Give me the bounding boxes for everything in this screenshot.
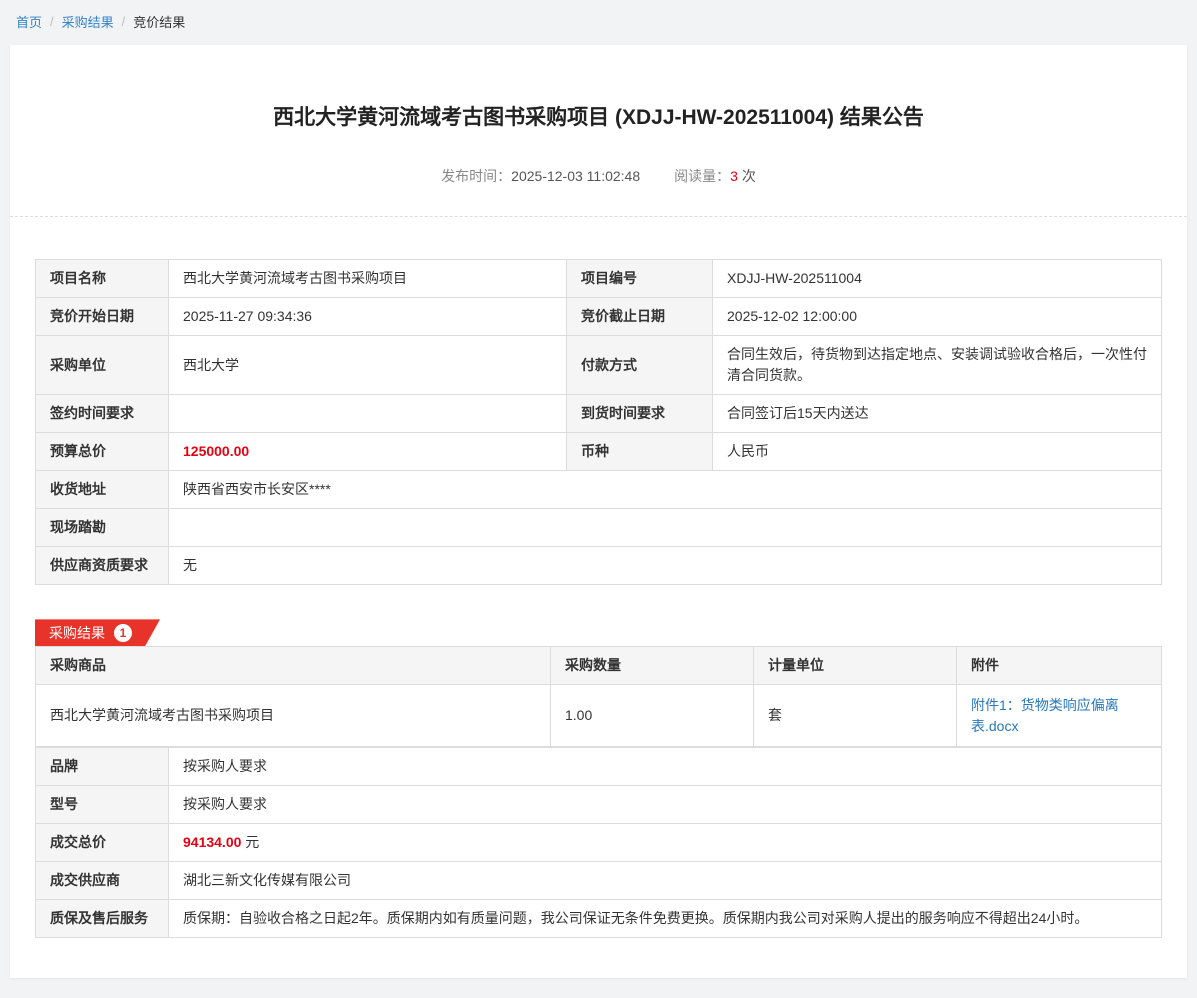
result-table: 采购商品 采购数量 计量单位 附件 西北大学黄河流域考古图书采购项目 1.00 … (35, 646, 1162, 747)
col-header-attachment: 附件 (957, 647, 1162, 685)
deal-price-unit: 元 (241, 834, 259, 850)
announcement-card: 西北大学黄河流域考古图书采购项目 (XDJJ-HW-202511004) 结果公… (10, 45, 1187, 978)
info-value: 合同签订后15天内送达 (713, 395, 1162, 433)
detail-label-model: 型号 (36, 786, 169, 824)
info-label: 供应商资质要求 (36, 547, 169, 585)
info-label: 竞价截止日期 (567, 298, 713, 336)
info-label: 现场踏勘 (36, 509, 169, 547)
info-value: 人民币 (713, 433, 1162, 471)
info-value: XDJJ-HW-202511004 (713, 260, 1162, 298)
info-value: 西北大学 (169, 336, 567, 395)
detail-value-deal-price: 94134.00 元 (169, 824, 1162, 862)
table-row: 品牌 按采购人要求 (36, 748, 1162, 786)
info-value: 无 (169, 547, 1162, 585)
info-label: 采购单位 (36, 336, 169, 395)
col-header-product: 采购商品 (36, 647, 551, 685)
product-quantity: 1.00 (551, 685, 754, 747)
col-header-quantity: 采购数量 (551, 647, 754, 685)
info-label: 付款方式 (567, 336, 713, 395)
page-title: 西北大学黄河流域考古图书采购项目 (XDJJ-HW-202511004) 结果公… (75, 103, 1122, 132)
info-label: 到货时间要求 (567, 395, 713, 433)
table-row: 型号 按采购人要求 (36, 786, 1162, 824)
table-row: 成交供应商 湖北三新文化传媒有限公司 (36, 862, 1162, 900)
result-section-header: 采购结果 1 (35, 619, 1162, 646)
announcement-meta: 发布时间：2025-12-03 11:02:48 阅读量：3 次 (35, 166, 1162, 186)
attachment-link[interactable]: 附件1：货物类响应偏离表.docx (971, 697, 1119, 734)
views-unit: 次 (742, 168, 756, 184)
result-badge-label: 采购结果 (49, 623, 105, 643)
views-count: 3 (730, 168, 738, 184)
result-detail-table: 品牌 按采购人要求 型号 按采购人要求 成交总价 94134.00 元 成交供应… (35, 747, 1162, 938)
table-row: 收货地址 陕西省西安市长安区**** (36, 471, 1162, 509)
info-label: 项目名称 (36, 260, 169, 298)
info-value (169, 509, 1162, 547)
divider (10, 216, 1187, 217)
breadcrumb: 首页 / 采购结果 / 竞价结果 (0, 0, 1197, 41)
info-label: 项目编号 (567, 260, 713, 298)
project-info-table: 项目名称 西北大学黄河流域考古图书采购项目 项目编号 XDJJ-HW-20251… (35, 259, 1162, 585)
table-header-row: 采购商品 采购数量 计量单位 附件 (36, 647, 1162, 685)
info-label: 预算总价 (36, 433, 169, 471)
table-row: 竞价开始日期 2025-11-27 09:34:36 竞价截止日期 2025-1… (36, 298, 1162, 336)
info-label: 签约时间要求 (36, 395, 169, 433)
info-value: 2025-11-27 09:34:36 (169, 298, 567, 336)
product-name: 西北大学黄河流域考古图书采购项目 (36, 685, 551, 747)
detail-value-warranty: 质保期：自验收合格之日起2年。质保期内如有质量问题，我公司保证无条件免费更换。质… (169, 900, 1162, 938)
info-label: 币种 (567, 433, 713, 471)
table-row: 质保及售后服务 质保期：自验收合格之日起2年。质保期内如有质量问题，我公司保证无… (36, 900, 1162, 938)
table-row: 采购单位 西北大学 付款方式 合同生效后，待货物到达指定地点、安装调试验收合格后… (36, 336, 1162, 395)
table-row: 西北大学黄河流域考古图书采购项目 1.00 套 附件1：货物类响应偏离表.doc… (36, 685, 1162, 747)
budget-total-price: 125000.00 (169, 433, 567, 471)
info-value: 合同生效后，待货物到达指定地点、安装调试验收合格后，一次性付清合同货款。 (713, 336, 1162, 395)
col-header-unit: 计量单位 (754, 647, 957, 685)
detail-label-warranty: 质保及售后服务 (36, 900, 169, 938)
info-value (169, 395, 567, 433)
info-value: 2025-12-02 12:00:00 (713, 298, 1162, 336)
result-badge-number: 1 (114, 624, 132, 642)
views-label: 阅读量： (674, 168, 730, 184)
info-value: 西北大学黄河流域考古图书采购项目 (169, 260, 567, 298)
breadcrumb-separator: / (50, 14, 54, 29)
detail-label-brand: 品牌 (36, 748, 169, 786)
detail-label-supplier: 成交供应商 (36, 862, 169, 900)
table-row: 现场踏勘 (36, 509, 1162, 547)
table-row: 签约时间要求 到货时间要求 合同签订后15天内送达 (36, 395, 1162, 433)
detail-label-deal-price: 成交总价 (36, 824, 169, 862)
detail-value-model: 按采购人要求 (169, 786, 1162, 824)
detail-value-supplier: 湖北三新文化传媒有限公司 (169, 862, 1162, 900)
breadcrumb-purchase-results[interactable]: 采购结果 (62, 12, 114, 31)
breadcrumb-current: 竞价结果 (133, 12, 185, 31)
breadcrumb-separator: / (122, 14, 126, 29)
publish-time-label: 发布时间： (441, 168, 511, 184)
info-label: 竞价开始日期 (36, 298, 169, 336)
publish-time-value: 2025-12-03 11:02:48 (511, 168, 640, 184)
product-unit: 套 (754, 685, 957, 747)
deal-price-amount: 94134.00 (183, 834, 241, 850)
table-row: 项目名称 西北大学黄河流域考古图书采购项目 项目编号 XDJJ-HW-20251… (36, 260, 1162, 298)
table-row: 预算总价 125000.00 币种 人民币 (36, 433, 1162, 471)
info-value: 陕西省西安市长安区**** (169, 471, 1162, 509)
table-row: 供应商资质要求 无 (36, 547, 1162, 585)
detail-value-brand: 按采购人要求 (169, 748, 1162, 786)
info-label: 收货地址 (36, 471, 169, 509)
breadcrumb-home[interactable]: 首页 (16, 12, 42, 31)
result-badge: 采购结果 1 (35, 619, 160, 646)
table-row: 成交总价 94134.00 元 (36, 824, 1162, 862)
